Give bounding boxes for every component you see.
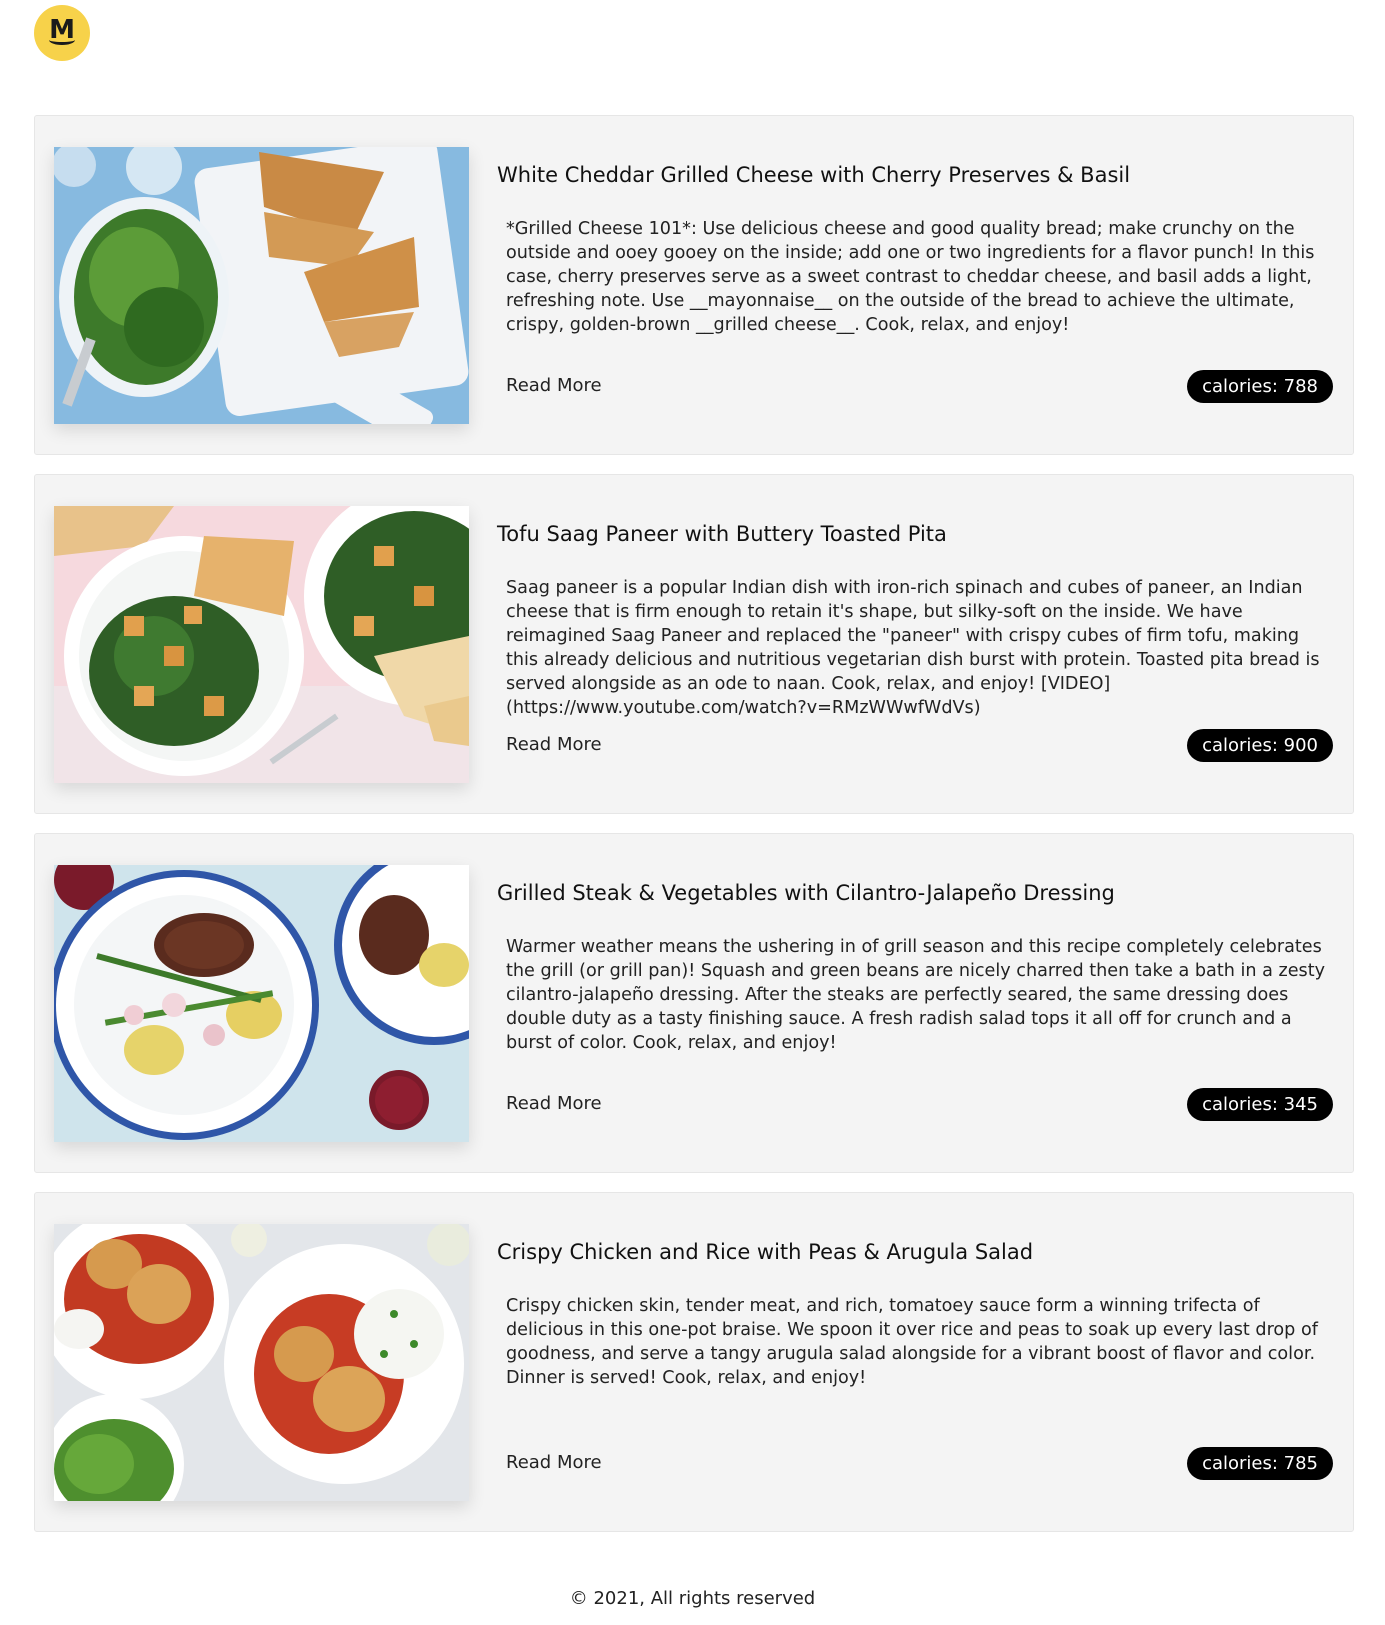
recipe-description: Crispy chicken skin, tender meat, and ri… [506,1296,1318,1388]
recipe-card: Grilled Steak & Vegetables with Cilantro… [34,833,1354,1173]
recipe-title: Tofu Saag Paneer with Buttery Toasted Pi… [497,522,947,546]
read-more-link[interactable]: Read More [506,375,602,396]
recipe-image-grilled-steak [54,865,469,1142]
read-more-link[interactable]: Read More [506,1452,602,1473]
recipe-card: White Cheddar Grilled Cheese with Cherry… [34,115,1354,455]
recipe-title: White Cheddar Grilled Cheese with Cherry… [497,163,1131,187]
recipe-image-saag-paneer [54,506,469,783]
logo[interactable]: M [34,5,90,61]
recipe-description: *Grilled Cheese 101*: Use delicious chee… [506,219,1315,335]
recipe-title: Grilled Steak & Vegetables with Cilantro… [497,881,1115,905]
recipe-title: Crispy Chicken and Rice with Peas & Arug… [497,1240,1034,1264]
recipe-description: Saag paneer is a popular Indian dish wit… [506,578,1320,718]
recipe-card: Crispy Chicken and Rice with Peas & Arug… [34,1192,1354,1532]
logo-smile-icon [49,35,75,45]
copyright-text: © 2021, All rights reserved [569,1588,816,1609]
footer: © 2021, All rights reserved [0,1588,1385,1609]
recipe-list: White Cheddar Grilled Cheese with Cherry… [34,115,1354,1551]
calories-badge: calories: 788 [1187,370,1333,403]
calories-badge: calories: 345 [1187,1088,1333,1121]
read-more-link[interactable]: Read More [506,1093,602,1114]
calories-badge: calories: 785 [1187,1447,1333,1480]
recipe-card: Tofu Saag Paneer with Buttery Toasted Pi… [34,474,1354,814]
header: M [34,5,1334,65]
calories-badge: calories: 900 [1187,729,1333,762]
recipe-description: Warmer weather means the ushering in of … [506,937,1326,1053]
recipe-image-crispy-chicken [54,1224,469,1501]
recipe-image-grilled-cheese [54,147,469,424]
read-more-link[interactable]: Read More [506,734,602,755]
